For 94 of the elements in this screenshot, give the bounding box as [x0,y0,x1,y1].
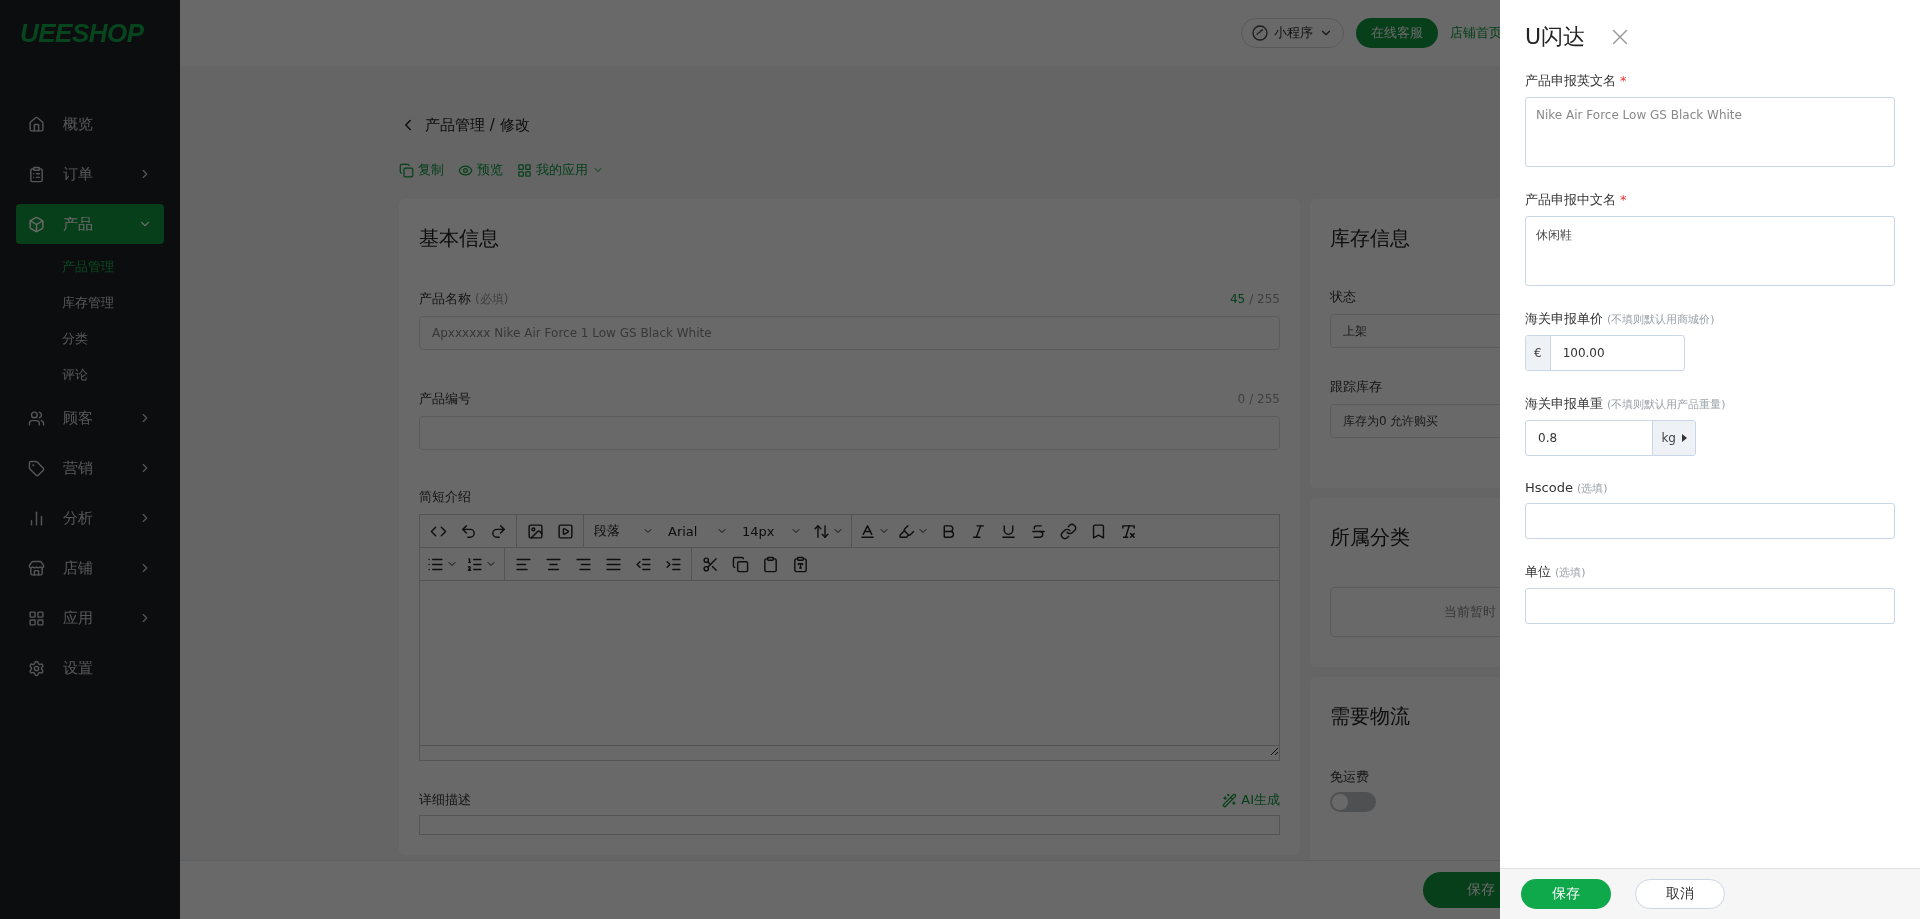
nav-icon [28,115,45,133]
field-label: 产品名称 [419,291,471,306]
price-field[interactable]: € 100.00 [1525,335,1685,371]
field-value: Nike Air Force Low GS Black White [1536,108,1742,122]
logo[interactable]: UEESHOP [16,18,164,99]
numbered-list-icon [466,555,483,573]
nav-icon [28,215,45,233]
apps-icon [517,162,532,178]
unit-dropdown[interactable]: kg [1652,421,1695,455]
underline-icon [999,522,1017,540]
nav-icon [28,659,45,677]
paste-text-icon [791,555,809,573]
action-link[interactable]: 我的应用 [517,161,604,179]
currency-addon: € [1526,336,1551,370]
mini-program-icon [1252,25,1268,41]
highlight-icon [898,522,915,540]
ai-generate-link[interactable]: AI生成 [1222,791,1280,809]
nav-icon [28,165,45,183]
field-hint: (选填) [1555,566,1586,579]
required-mark: * [1620,73,1627,88]
nav-item[interactable]: 应用 [16,598,164,638]
nav-item[interactable]: 产品 [16,204,164,244]
nav-icon [28,509,45,527]
toggle-switch[interactable] [1330,792,1376,812]
nav-item[interactable]: 订单 [16,154,164,194]
action-link[interactable]: 复制 [399,161,444,179]
input-field[interactable] [1525,503,1895,539]
field-label: 详细描述 [419,791,471,809]
field-label: 免运费 [1330,769,1369,784]
nav-subitem[interactable]: 分类 [16,321,164,357]
card-title: 需要物流 [1330,703,1410,730]
breadcrumb: 产品管理 / 修改 [425,115,530,135]
redo-icon [489,522,507,540]
line-height-icon [813,522,830,540]
field-label: 产品申报中文名 * [1525,191,1628,209]
caret-icon [1682,434,1687,442]
input-field[interactable] [1525,588,1895,624]
text-area[interactable]: Nike Air Force Low GS Black White [1525,97,1895,167]
action-link[interactable]: 预览 [458,161,503,179]
store-link[interactable]: 店铺首页 [1450,24,1502,42]
nav-icon [28,459,45,477]
field-label: 产品申报英文名 * [1525,72,1628,90]
field-label: 单位 (选填) [1525,563,1587,581]
field-label: 状态 [1330,288,1356,306]
cut-icon [701,555,719,573]
image-icon [526,522,544,540]
required-mark: * [1620,192,1627,207]
field-hint: (不填则默认用商城价) [1607,313,1715,326]
field-label: 跟踪库存 [1330,378,1382,396]
field-value: 休闲鞋 [1536,228,1572,242]
save-button[interactable]: 保存 [1521,879,1611,909]
resize-handle-icon[interactable] [1269,746,1279,756]
card-title: 所属分类 [1330,524,1410,551]
text-color-icon [859,522,876,540]
video-icon [556,522,574,540]
toolbar-select[interactable]: 14px [736,517,808,545]
text-area[interactable]: 休闲鞋 [1525,216,1895,286]
paste-icon [761,555,779,573]
toolbar-select[interactable]: 段落 [588,517,660,545]
field-label: 海关申报单价 (不填则默认用商城价) [1525,310,1716,328]
nav-subitem[interactable]: 评论 [16,357,164,393]
nav-item[interactable]: 店铺 [16,548,164,588]
field-label: Hscode (选填) [1525,480,1609,496]
field-hint: (不填则默认用产品重量) [1607,398,1726,411]
rich-text-editor[interactable]: 段落 Arial 14px [419,514,1280,761]
field-label: 简短介绍 [419,488,471,506]
preview-icon [458,162,473,178]
field-label: 海关申报单重 (不填则默认用产品重量) [1525,395,1727,413]
strikethrough-icon [1029,522,1047,540]
field-hint: (选填) [1576,482,1608,495]
magic-wand-icon [1222,792,1238,808]
char-count: 45 [1229,292,1246,306]
clear-format-icon [1119,522,1137,540]
nav-item[interactable]: 营销 [16,448,164,488]
card-title: 库存信息 [1330,225,1410,252]
nav-icon [28,609,45,627]
nav-item[interactable]: 概览 [16,104,164,144]
link-icon [1059,522,1077,540]
nav-item[interactable]: 顾客 [16,398,164,438]
nav-icon [28,409,45,427]
nav-subitem[interactable]: 库存管理 [16,285,164,321]
card-title: 基本信息 [419,225,499,252]
support-button[interactable]: 在线客服 [1356,18,1438,48]
toolbar-select[interactable]: Arial [662,517,734,545]
nav-item[interactable]: 设置 [16,648,164,688]
nav-icon [28,559,45,577]
nav-item[interactable]: 分析 [16,498,164,538]
copy-icon [731,555,749,573]
cancel-button[interactable]: 取消 [1635,879,1725,909]
weight-field[interactable]: 0.8 kg [1525,420,1696,456]
copy-icon [399,162,414,178]
undo-icon [459,522,477,540]
field-label: 产品编号 [419,390,471,408]
drawer-title: U闪达 [1525,23,1586,51]
